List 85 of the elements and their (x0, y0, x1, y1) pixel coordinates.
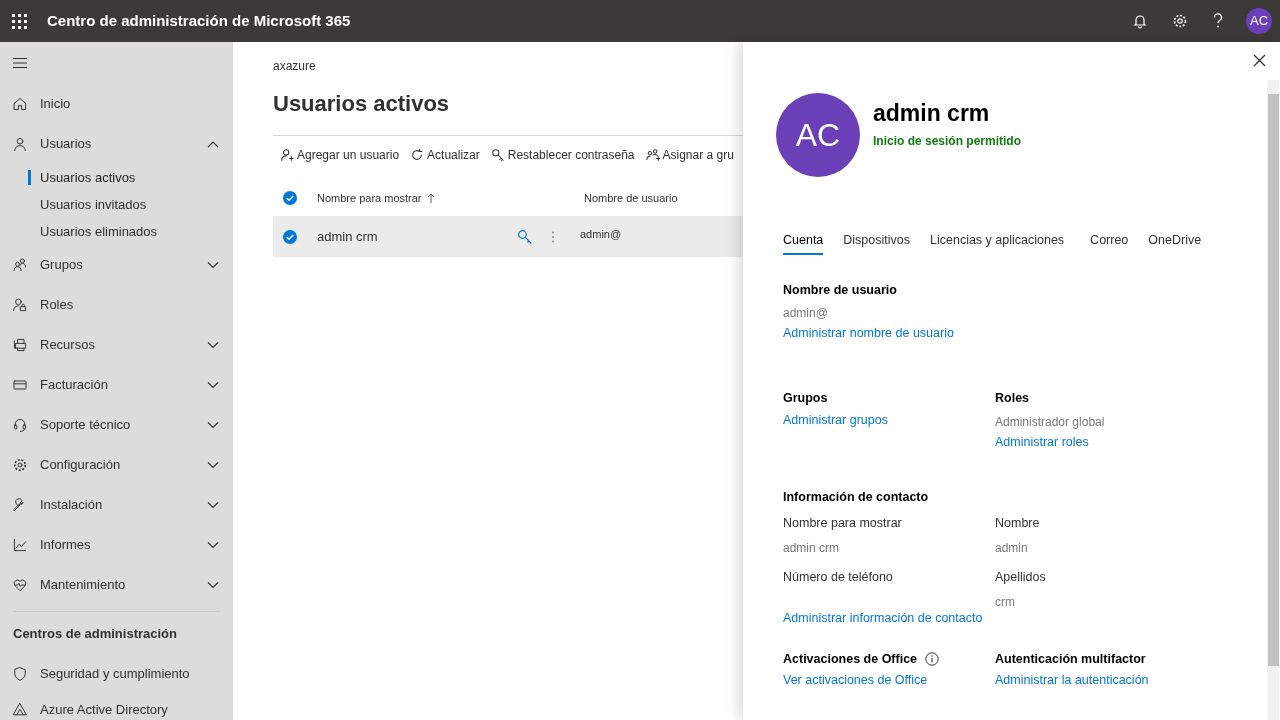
nav-item[interactable]: Facturación (0, 365, 233, 405)
field-value: admin crm (783, 540, 840, 558)
tab[interactable]: Dispositivos (843, 227, 910, 255)
nav-icon (12, 136, 28, 152)
toolbar-button[interactable]: Agregar un usuario (280, 140, 400, 170)
table-cell-text: admin@ (580, 227, 622, 243)
table-row[interactable]: admin crm admin@ (273, 216, 743, 257)
nav-icon (12, 377, 28, 393)
link[interactable]: Administrar nombre de usuario (783, 324, 995, 343)
link[interactable]: Administrar roles (995, 432, 1207, 452)
person-add-icon (280, 148, 294, 162)
section-heading: Autenticación multifactor (995, 650, 1147, 668)
link[interactable]: Administrar grupos (783, 410, 995, 430)
nav-icon (12, 297, 28, 313)
tab[interactable]: Cuenta (783, 227, 824, 255)
nav-item[interactable]: Soporte técnico (0, 405, 233, 445)
toolbar-button[interactable]: Actualizar (410, 140, 480, 170)
field-value: admin (995, 540, 1029, 558)
section-heading: Roles (995, 390, 1031, 408)
triangle-icon (12, 702, 28, 718)
link[interactable]: Ver activaciones de Office (783, 671, 995, 690)
nav-icon (12, 417, 28, 433)
shield-icon (12, 666, 28, 682)
menu-icon[interactable] (12, 57, 28, 69)
nav-icon (12, 577, 28, 593)
people-icon (645, 148, 660, 162)
nav-icon (12, 257, 28, 273)
section-heading: Información de contacto (783, 488, 930, 506)
nav-icon (12, 537, 28, 553)
nav-item[interactable]: Recursos (0, 325, 233, 365)
column-header[interactable]: Nombre para mostrar (317, 189, 584, 207)
column-header[interactable]: Nombre de usuario (584, 189, 678, 207)
user-avatar[interactable]: AC (1246, 8, 1272, 34)
field-label: Nombre (995, 514, 1041, 532)
toolbar-button[interactable]: Asignar a gru (645, 140, 734, 170)
nav-subitem[interactable]: Usuarios invitados (40, 194, 147, 215)
sort-ascending-icon (426, 193, 435, 203)
field-label: Número de teléfono (783, 568, 894, 586)
section-heading: Activaciones de Office (783, 650, 918, 668)
close-icon[interactable] (1253, 54, 1266, 67)
user-avatar: AC (776, 93, 860, 177)
tab[interactable]: OneDrive (1148, 227, 1202, 255)
nav-item[interactable]: Mantenimiento (0, 565, 233, 605)
nav-item[interactable]: Roles (0, 285, 233, 325)
field-value: admin@ (783, 305, 829, 322)
link[interactable]: Administrar la autenticación (995, 671, 1207, 690)
scrollbar[interactable] (1267, 80, 1279, 720)
nav-subitem[interactable]: Usuarios eliminados (40, 221, 158, 242)
info-icon[interactable] (925, 652, 940, 667)
field-label: Nombre para mostrar (783, 514, 903, 532)
nav-item[interactable]: Instalación (0, 485, 233, 525)
checkbox[interactable] (283, 191, 297, 205)
breadcrumb[interactable]: axazure (273, 57, 316, 71)
tab[interactable]: Correo (1090, 227, 1129, 255)
nav-subitem[interactable]: Usuarios activos (40, 167, 136, 188)
nav-icon (12, 337, 28, 353)
settings-icon[interactable] (1172, 13, 1188, 29)
bell-icon[interactable] (1132, 13, 1148, 29)
refresh-icon (410, 148, 425, 162)
nav-item[interactable]: Grupos (0, 245, 233, 285)
nav-item[interactable]: Usuarios (0, 124, 233, 164)
nav-item[interactable]: Azure Active Directory (0, 692, 233, 720)
section-heading: Nombre de usuario (783, 281, 898, 299)
checkbox[interactable] (283, 229, 297, 244)
nav-item[interactable]: Inicio (0, 84, 233, 124)
key-icon (490, 148, 505, 162)
sign-in-status: Inicio de sesión permitido (873, 133, 1022, 151)
field-value: Administrador global (995, 413, 1106, 431)
field-label: Apellidos (995, 568, 1047, 586)
toolbar-button[interactable]: Restablecer contraseña (490, 140, 635, 170)
nav-item[interactable]: Informes (0, 525, 233, 565)
section-title: Centros de administración (12, 625, 178, 644)
section-heading: Grupos (783, 390, 829, 408)
help-icon[interactable] (1212, 13, 1224, 29)
key-icon[interactable] (517, 228, 533, 245)
app-title: Centro de administración de Microsoft 365 (47, 10, 351, 31)
nav-icon (12, 96, 28, 112)
page-title: Usuarios activos (273, 90, 450, 117)
app-launcher-icon[interactable] (12, 13, 27, 29)
tab[interactable]: Licencias y aplicaciones (930, 227, 1065, 255)
nav-item[interactable]: Configuración (0, 445, 233, 485)
nav-icon (12, 457, 28, 473)
user-name: admin crm (873, 98, 991, 128)
table-cell-text: admin crm (317, 227, 379, 246)
nav-item[interactable]: Seguridad y cumplimiento (0, 656, 233, 692)
